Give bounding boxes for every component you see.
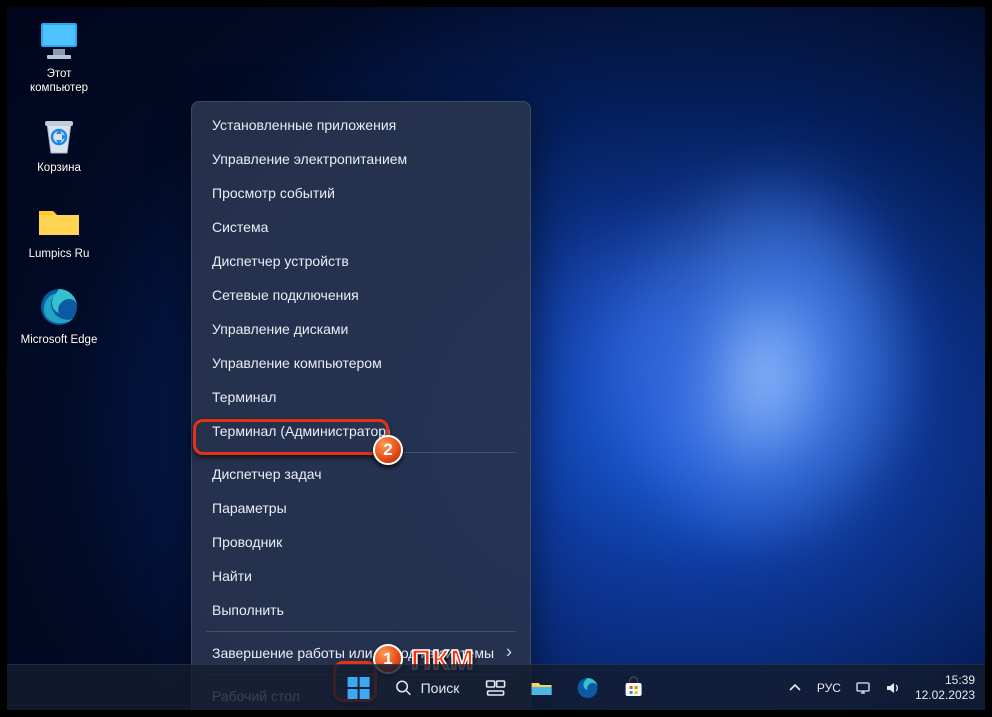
tray-language[interactable]: РУС [817,681,841,695]
menu-item-search[interactable]: Найти [194,559,528,593]
tray-time: 15:39 [915,673,975,687]
menu-item-run[interactable]: Выполнить [194,593,528,627]
taskbar-pinned-explorer[interactable] [521,668,561,708]
tray-volume[interactable] [885,680,901,696]
menu-separator [206,452,516,453]
taskbar-pinned-edge[interactable] [567,668,607,708]
start-context-menu: Установленные приложения Управление элек… [191,101,531,710]
system-tray: РУС 15:39 12.02.2023 [787,673,975,702]
desktop-icon-this-pc[interactable]: Этот компьютер [19,19,99,96]
store-icon [621,676,645,700]
taskbar-center: Поиск [339,668,654,708]
search-label: Поиск [421,680,460,696]
menu-item-disk-management[interactable]: Управление дисками [194,312,528,346]
taskbar-pinned-store[interactable] [613,668,653,708]
taskbar-task-view[interactable] [475,668,515,708]
menu-item-device-manager[interactable]: Диспетчер устройств [194,244,528,278]
tray-chevron-up[interactable] [787,680,803,696]
desktop-icon-label: Этот компьютер [19,67,99,96]
recycle-bin-icon [35,113,83,157]
desktop-icon-label: Корзина [19,161,99,175]
folder-icon [35,199,83,243]
menu-separator [206,631,516,632]
monitor-icon [35,19,83,63]
windows-logo-icon [347,676,371,700]
chevron-up-icon [787,680,803,696]
menu-item-system[interactable]: Система [194,210,528,244]
menu-item-file-explorer[interactable]: Проводник [194,525,528,559]
taskbar-search[interactable]: Поиск [385,679,470,697]
edge-icon [575,676,599,700]
menu-item-power-management[interactable]: Управление электропитанием [194,142,528,176]
desktop[interactable]: Этот компьютер Корзина Lumpics Ru Micros… [7,7,985,710]
network-icon [855,680,871,696]
desktop-icon-recycle-bin[interactable]: Корзина [19,113,99,175]
file-explorer-icon [529,676,553,700]
desktop-icon-label: Microsoft Edge [19,333,99,347]
desktop-icon-edge[interactable]: Microsoft Edge [19,285,99,347]
menu-item-network-connections[interactable]: Сетевые подключения [194,278,528,312]
tray-network[interactable] [855,680,871,696]
menu-item-task-manager[interactable]: Диспетчер задач [194,457,528,491]
menu-item-terminal-admin[interactable]: Терминал (Администратор) [194,414,528,448]
start-button[interactable] [339,668,379,708]
edge-icon [35,285,83,329]
taskbar: Поиск РУС 15:39 12.02.2023 [7,664,985,710]
search-icon [395,679,413,697]
volume-icon [885,680,901,696]
menu-item-event-viewer[interactable]: Просмотр событий [194,176,528,210]
menu-item-terminal[interactable]: Терминал [194,380,528,414]
task-view-icon [483,676,507,700]
menu-item-installed-apps[interactable]: Установленные приложения [194,108,528,142]
menu-item-settings[interactable]: Параметры [194,491,528,525]
tray-clock[interactable]: 15:39 12.02.2023 [915,673,975,702]
desktop-icon-lumpics[interactable]: Lumpics Ru [19,199,99,261]
tray-date: 12.02.2023 [915,688,975,702]
menu-item-computer-management[interactable]: Управление компьютером [194,346,528,380]
desktop-icon-label: Lumpics Ru [19,247,99,261]
